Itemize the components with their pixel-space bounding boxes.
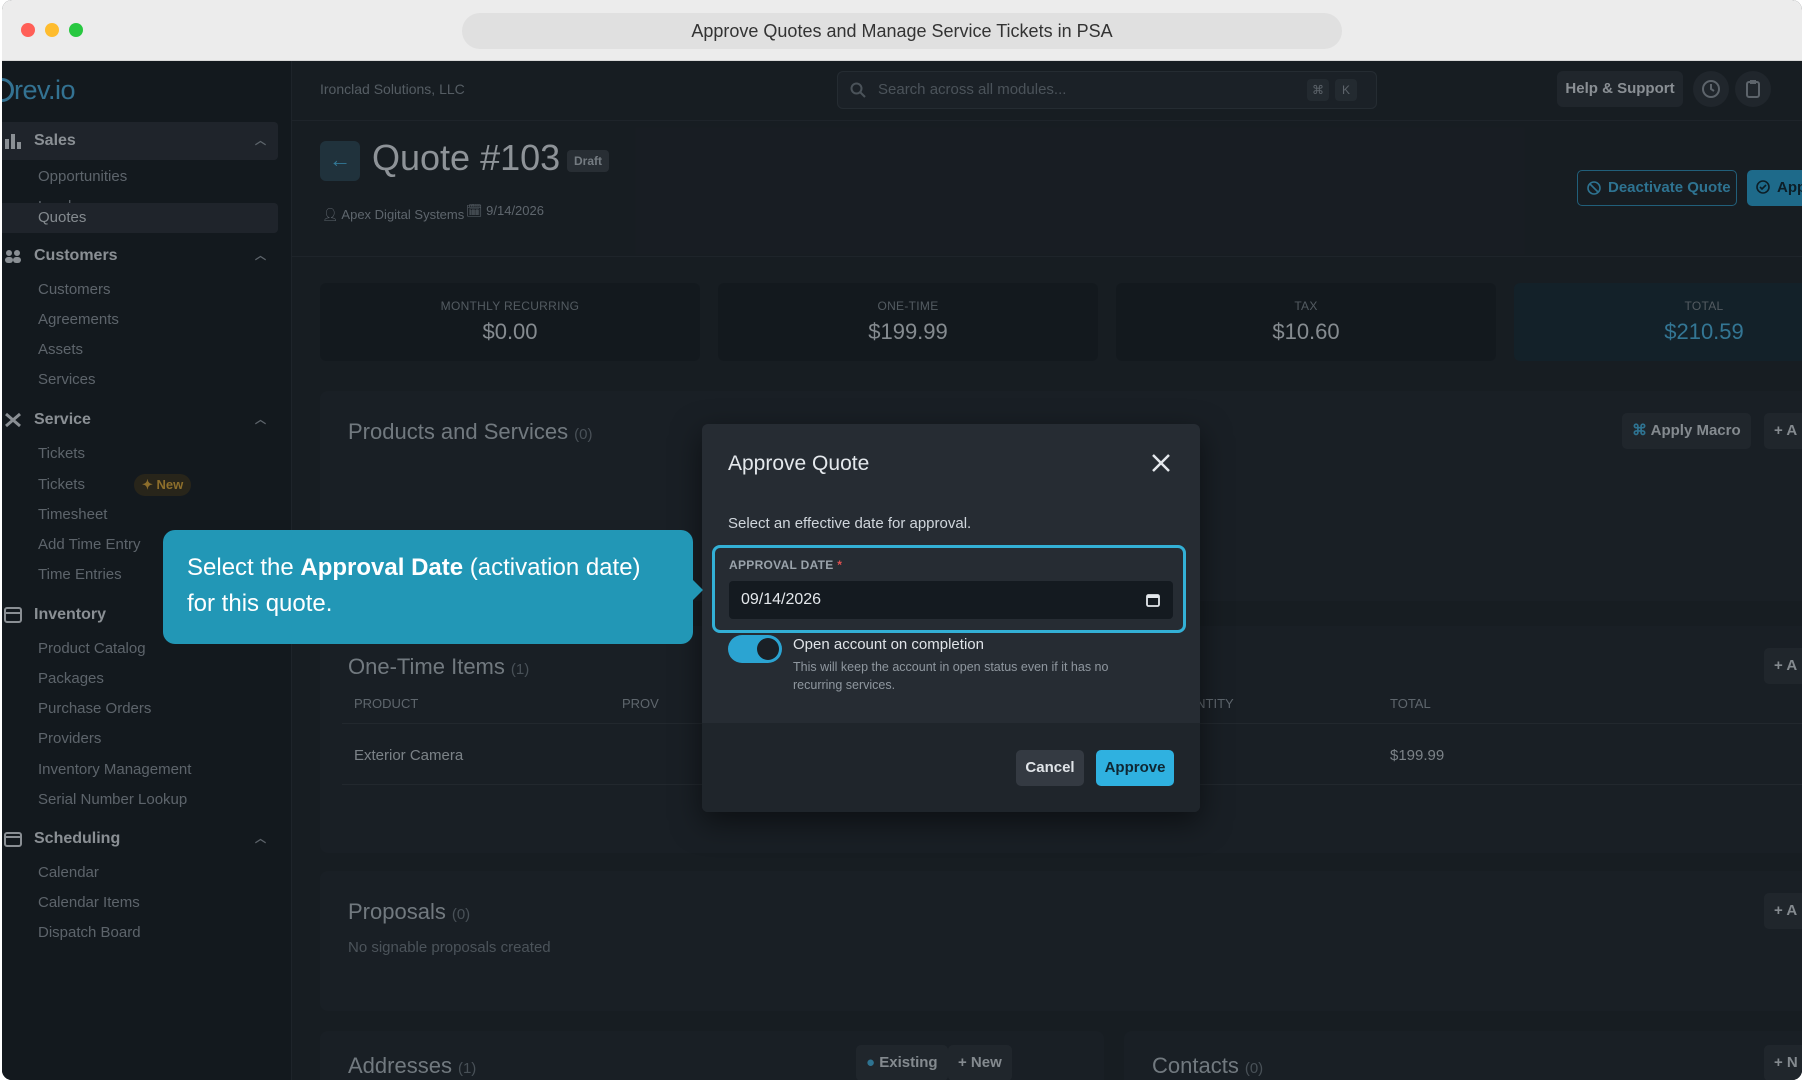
maximize-window-button[interactable]: [69, 23, 83, 37]
field-label-text: APPROVAL DATE: [729, 558, 834, 572]
modal-subtitle: Select an effective date for approval.: [728, 515, 972, 532]
tutorial-callout: Select the Approval Date (activation dat…: [163, 530, 703, 644]
approval-date-input[interactable]: 09/14/2026: [729, 581, 1173, 619]
callout-prefix: Select the: [187, 554, 301, 581]
callout-emphasis: Approval Date: [300, 554, 464, 581]
minimize-window-button[interactable]: [45, 23, 59, 37]
modal-footer: Cancel Approve: [702, 723, 1200, 812]
approval-date-label: APPROVAL DATE *: [729, 558, 842, 572]
toggle-description: This will keep the account in open statu…: [793, 660, 1109, 692]
date-value: 09/14/2026: [741, 591, 822, 608]
toggle-knob: [757, 638, 779, 660]
approve-quote-modal: Approve Quote Select an effective date f…: [702, 424, 1200, 812]
approve-button[interactable]: Approve: [1096, 750, 1174, 786]
calendar-picker-icon[interactable]: [1145, 592, 1161, 608]
title-bar: Approve Quotes and Manage Service Ticket…: [2, 0, 1802, 61]
required-marker: *: [837, 558, 843, 572]
browser-window: Approve Quotes and Manage Service Ticket…: [2, 0, 1802, 1080]
cancel-button[interactable]: Cancel: [1016, 750, 1084, 786]
toggle-label: Open account on completion: [793, 636, 984, 653]
open-account-toggle[interactable]: [728, 635, 782, 663]
approval-date-field: APPROVAL DATE * 09/14/2026: [712, 545, 1186, 633]
modal-title: Approve Quote: [728, 452, 870, 475]
close-window-button[interactable]: [21, 23, 35, 37]
close-icon[interactable]: [1148, 450, 1174, 476]
window-title: Approve Quotes and Manage Service Ticket…: [462, 13, 1342, 49]
